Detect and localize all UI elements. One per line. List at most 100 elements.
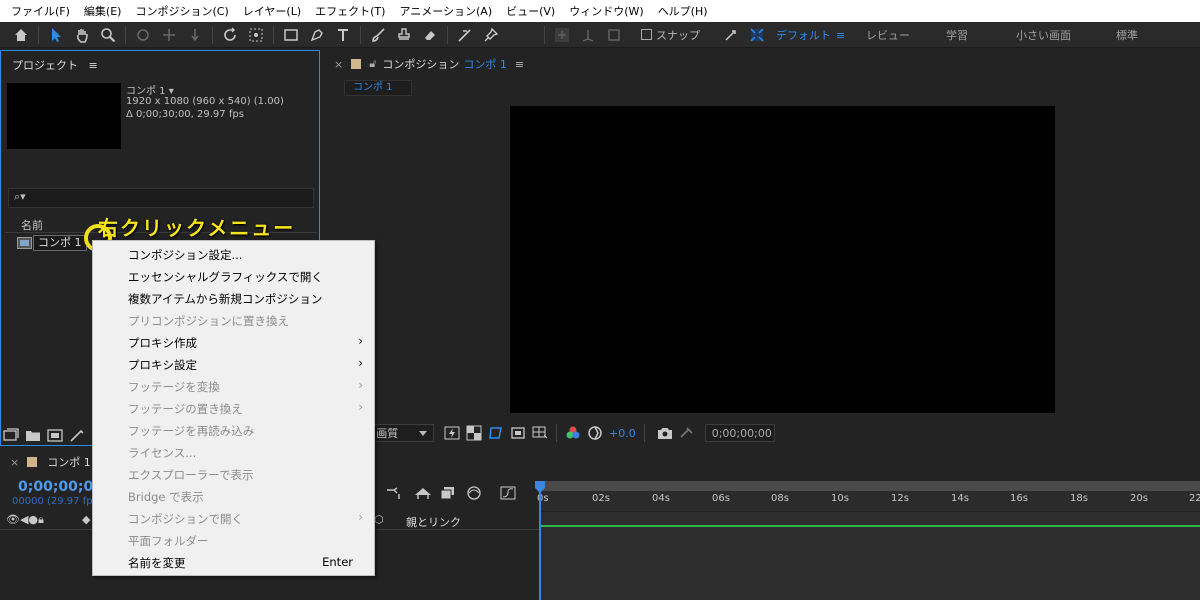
dolly-camera-icon[interactable] [184,24,206,46]
composition-tab-name: コンポ 1 [463,58,507,71]
ctx-reveal-in-bridge[interactable]: Bridge で表示 [94,485,373,507]
graph-editor-icon[interactable] [500,486,516,500]
pan-camera-icon[interactable] [158,24,180,46]
chevron-down-icon [419,430,427,436]
ctx-open-in-composition[interactable]: コンポジションで開く › [94,507,373,529]
brush-tool-icon[interactable] [367,24,389,46]
workspace-default[interactable]: デフォルト [776,22,831,48]
snap-toggle[interactable]: スナップ [641,27,700,43]
playhead-marker-icon[interactable] [534,481,546,493]
menu-help[interactable]: ヘルプ(H) [651,3,715,19]
channel-rgb-icon[interactable] [565,425,581,441]
snap-edges-icon[interactable] [720,24,742,46]
exposure-value[interactable]: +0.0 [609,427,636,440]
world-axis-icon[interactable] [577,24,599,46]
workspace-review[interactable]: レビュー [866,22,910,48]
project-settings-icon[interactable] [69,428,85,442]
timeline-track-area[interactable] [540,512,1200,600]
current-time-field[interactable]: 0;00;00;00 [704,424,775,442]
parent-link-column[interactable]: 親とリンク [406,514,461,530]
ctx-interpret-footage[interactable]: フッテージを変換 › [94,375,373,397]
eraser-tool-icon[interactable] [419,24,441,46]
current-time-indicator[interactable] [539,481,541,600]
ctx-rename[interactable]: 名前を変更 Enter [94,551,373,573]
grid-guides-icon[interactable] [532,425,548,441]
ctx-reveal-in-explorer[interactable]: エクスプローラーで表示 [94,463,373,485]
menu-effect[interactable]: エフェクト(T) [308,3,392,19]
ctx-replace-with-precomp[interactable]: プリコンポジションに置き換え [94,309,373,331]
time-ruler[interactable]: 0s 02s 04s 06s 08s 10s 12s 14s 16s 18s 2… [537,481,1200,511]
ctx-replace-footage[interactable]: フッテージの置き換え › [94,397,373,419]
orbit-camera-icon[interactable] [132,24,154,46]
type-tool-icon[interactable] [332,24,354,46]
lock-icon[interactable]: 🔓︎ [369,57,376,71]
interpret-footage-icon[interactable] [3,428,19,442]
project-search-input[interactable]: ⌕▾ [8,188,314,208]
tick-label: 10s [831,493,849,504]
label-column-icon[interactable]: ◆ [82,513,90,526]
snap-checkbox[interactable] [641,29,652,40]
new-folder-icon[interactable] [25,428,41,442]
composition-mini-flowchart-icon[interactable] [386,486,402,500]
local-axis-icon[interactable] [551,24,573,46]
anchor-point-tool-icon[interactable] [245,24,267,46]
reset-exposure-icon[interactable] [587,425,603,441]
tick-label: 02s [592,493,610,504]
ctx-new-comp-from-items[interactable]: 複数アイテムから新規コンポジション [94,287,373,309]
rectangle-tool-icon[interactable] [280,24,302,46]
column-name-header[interactable]: 名前 [21,217,43,233]
menu-file[interactable]: ファイル(F) [4,3,77,19]
fast-preview-icon[interactable] [444,425,460,441]
menu-edit[interactable]: 編集(E) [77,3,129,19]
home-icon[interactable] [10,24,32,46]
ctx-set-proxy[interactable]: プロキシ設定 › [94,353,373,375]
comp-flowchart-tab[interactable]: コンポ 1 [344,80,412,96]
show-snapshot-icon[interactable] [679,425,695,441]
rotation-tool-icon[interactable] [219,24,241,46]
menu-layer[interactable]: レイヤー(L) [236,3,308,19]
composition-tab[interactable]: × 🔓︎ コンポジション コンポ 1 ≡ [324,50,1200,78]
clone-stamp-tool-icon[interactable] [393,24,415,46]
timeline-current-time[interactable]: 0;00;00;00 [18,479,103,495]
ctx-create-proxy[interactable]: プロキシ作成 › [94,331,373,353]
snapshot-camera-icon[interactable] [657,425,673,441]
ctx-open-essential-graphics[interactable]: エッセンシャルグラフィックスで開く [94,265,373,287]
menu-view[interactable]: ビュー(V) [499,3,562,19]
project-item-name-field[interactable]: コンポ 1 [33,235,87,251]
mask-visibility-icon[interactable] [488,425,504,441]
region-of-interest-icon[interactable] [510,425,526,441]
panel-menu-icon[interactable]: ≡ [515,58,524,71]
workspace-learn[interactable]: 学習 [946,22,968,48]
pen-tool-icon[interactable] [306,24,328,46]
selected-item-name[interactable]: コンポ 1 ▾ [126,82,174,97]
workspace-standard[interactable]: 標準 [1116,22,1138,48]
snap-center-icon[interactable] [746,24,768,46]
transparency-grid-icon[interactable] [466,425,482,441]
close-timeline-icon[interactable]: × [10,456,19,469]
roto-brush-tool-icon[interactable] [454,24,476,46]
workspace-small-screen[interactable]: 小さい画面 [1016,22,1071,48]
close-tab-icon[interactable]: × [334,58,343,71]
ctx-composition-settings[interactable]: コンポジション設定... [94,243,373,265]
menu-composition[interactable]: コンポジション(C) [128,3,235,19]
hand-tool-icon[interactable] [71,24,93,46]
draft-3d-icon[interactable] [414,486,432,500]
zoom-tool-icon[interactable] [97,24,119,46]
frame-blending-icon[interactable] [466,486,482,500]
project-panel-title[interactable]: プロジェクト ≡ [12,57,98,73]
menu-window[interactable]: ウィンドウ(W) [562,3,650,19]
puppet-pin-tool-icon[interactable] [480,24,502,46]
new-composition-icon[interactable] [47,428,63,442]
workspace-menu-icon[interactable]: ≡ [836,22,845,48]
menu-animation[interactable]: アニメーション(A) [392,3,499,19]
ctx-reload-footage[interactable]: フッテージを再読み込み [94,419,373,441]
av-switches-icon[interactable]: 👁︎◀︎●🔒︎ [6,513,44,527]
selection-tool-icon[interactable] [45,24,67,46]
view-axis-icon[interactable] [603,24,625,46]
work-area-bar[interactable] [540,481,1200,491]
ctx-flatten-folder[interactable]: 平面フォルダー [94,529,373,551]
shy-layers-icon[interactable] [440,486,456,500]
ctx-license[interactable]: ライセンス... [94,441,373,463]
composition-viewer[interactable] [510,106,1055,413]
3d-layer-column-icon[interactable]: ⬡ [374,513,384,526]
